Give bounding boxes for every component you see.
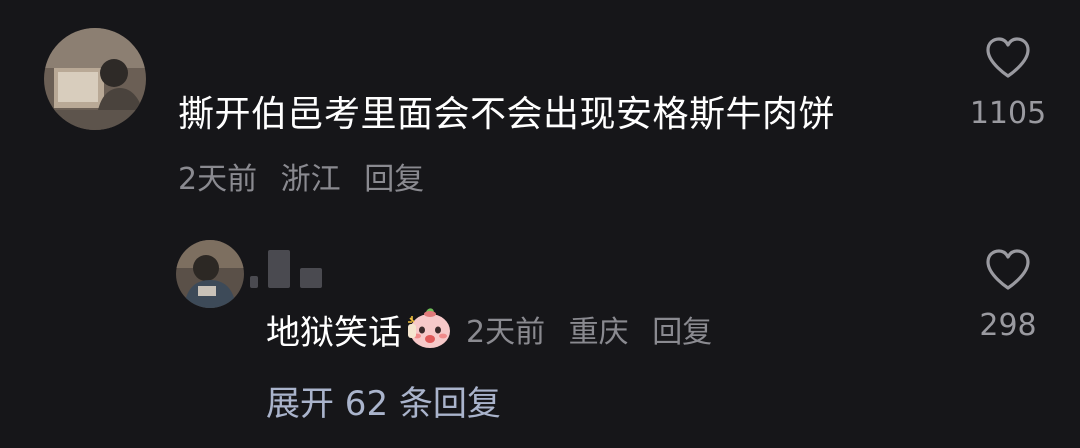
comment-reply-button[interactable]: 回复	[364, 162, 424, 197]
redaction-block	[300, 268, 322, 288]
comment-time: 2天前	[178, 162, 258, 197]
redaction-block	[250, 276, 258, 288]
reply-time: 2天前	[466, 315, 546, 350]
comment-thread: 撕开伯邑考里面会不会出现安格斯牛肉饼 2天前 浙江 回复 1105 地狱笑话 2…	[0, 0, 1080, 448]
reply-username-redacted	[250, 248, 322, 288]
heart-icon[interactable]	[984, 36, 1032, 80]
reply-like[interactable]: 298	[963, 248, 1053, 346]
comment-location: 浙江	[280, 162, 341, 197]
reply-body: 地狱笑话 2天前 重庆 回复	[266, 304, 712, 354]
shy-face-emoji-icon	[406, 304, 454, 354]
commenter-avatar[interactable]	[44, 28, 146, 130]
reply-meta: 2天前 重庆 回复	[466, 307, 712, 351]
comment-like[interactable]: 1105	[963, 36, 1053, 134]
comment-like-count: 1105	[969, 96, 1047, 131]
expand-replies-link[interactable]: 展开 62 条回复	[266, 380, 501, 428]
avatar-photo-icon	[44, 28, 146, 130]
reply-avatar[interactable]	[176, 240, 244, 308]
reply-text: 地狱笑话	[266, 312, 402, 353]
reply-like-count: 298	[979, 308, 1037, 343]
redaction-block	[268, 250, 290, 288]
heart-icon[interactable]	[984, 248, 1032, 292]
reply-reply-button[interactable]: 回复	[652, 315, 712, 350]
reply-location: 重庆	[568, 315, 629, 350]
comment-text: 撕开伯邑考里面会不会出现安格斯牛肉饼	[178, 94, 836, 135]
avatar-photo-icon	[176, 240, 244, 308]
comment-meta: 2天前 浙江 回复	[178, 158, 438, 202]
